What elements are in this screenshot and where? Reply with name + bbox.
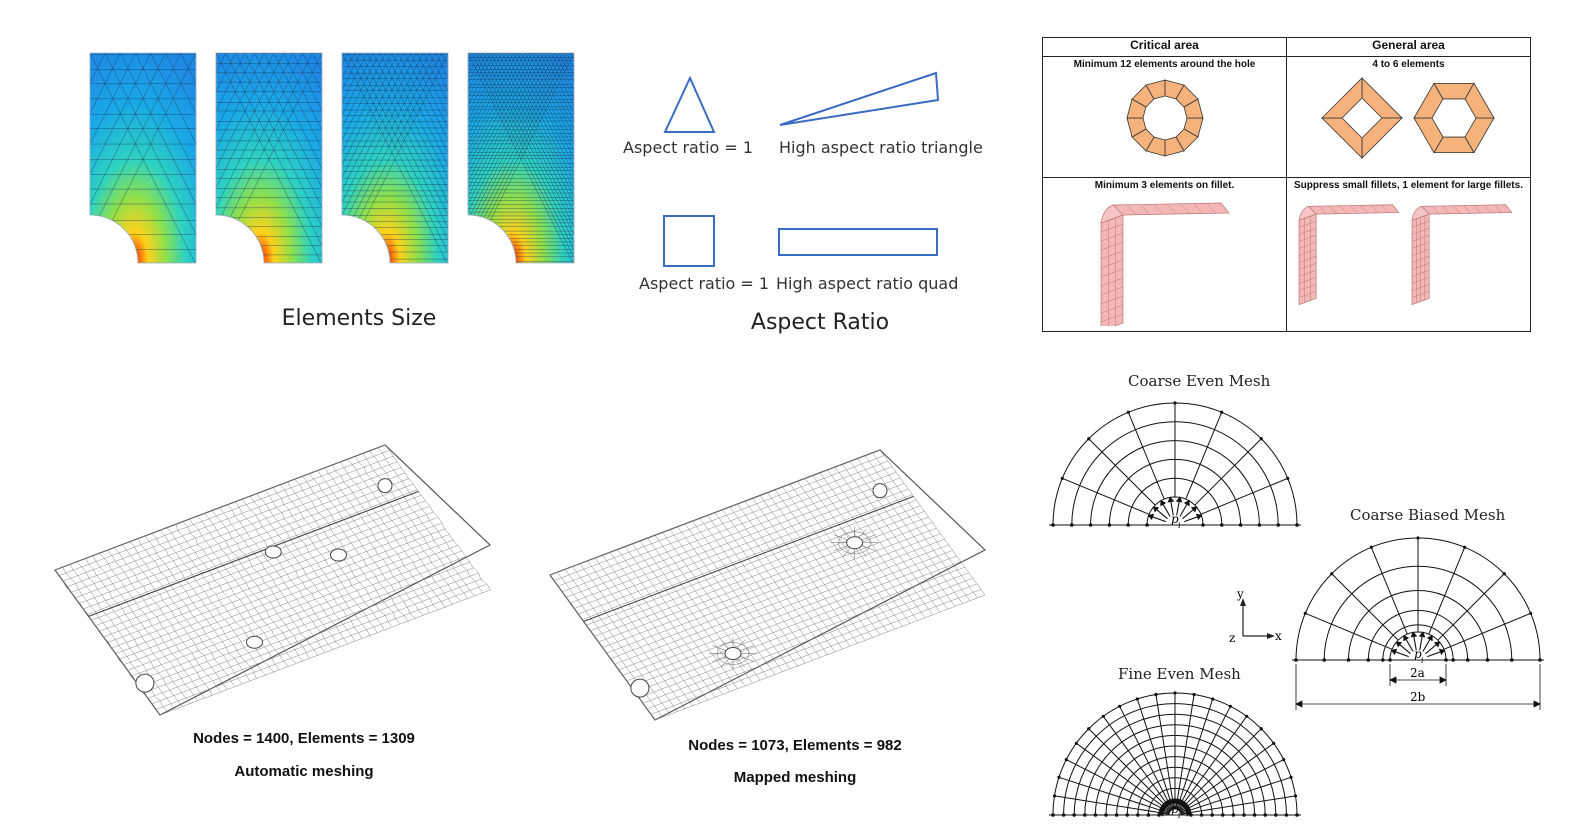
fillet-3-elements-figure [1100,202,1230,326]
high-aspect-triangle [779,71,940,126]
plate-hole [330,548,347,562]
cell-critical-hole: Minimum 12 elements around the hole [1042,56,1287,178]
triangle-ideal-label: Aspect ratio = 1 [623,138,754,157]
automatic-mesh-plate [54,444,492,716]
equilateral-triangle [663,75,716,133]
critical-fillet-label: Minimum 3 elements on fillet. [1094,180,1235,191]
general-fillet-label: Suppress small fillets, 1 element for la… [1294,180,1523,191]
meshing-guidelines-table: Critical area General area Minimum 12 el… [1042,37,1531,332]
mapped-mesh-stats: Nodes = 1073, Elements = 982 [688,737,902,754]
cell-general-fillet: Suppress small fillets, 1 element for la… [1286,177,1531,332]
ring-4-and-6-elements-figure [1321,77,1495,159]
coarse-even-mesh: pi [1049,401,1301,530]
plate-notch [377,478,393,494]
header-critical-area: Critical area [1042,37,1287,57]
aspect-ratio-shapes [663,71,940,267]
header-general-area: General area [1286,37,1531,57]
general-hole-label: 4 to 6 elements [1372,59,1445,70]
axis-x-label: x [1275,629,1282,643]
fillet-wall [1100,214,1124,326]
plate-hole [246,635,263,649]
automatic-mesh-stats: Nodes = 1400, Elements = 1309 [193,730,415,747]
fine-even-mesh: pi [1049,691,1301,820]
pressure-subscript: i [1421,656,1424,665]
pressure-subscript: i [1178,521,1181,530]
coarse-even-title: Coarse Even Mesh [1128,372,1271,390]
semicircle-mesh-lines [1295,537,1541,661]
aspect-ratio-caption: Aspect Ratio [750,310,890,335]
element-size-caption: Elements Size [281,306,437,331]
quad-high-label: High aspect ratio quad [776,274,959,293]
axis-y-label: y [1236,588,1244,601]
ring-12-elements-figure [1126,79,1204,157]
plate-hole [724,647,742,660]
ring-element [1361,117,1403,159]
ring-element [1321,117,1363,159]
fillet-suppressed-figure [1298,204,1513,306]
ring-element [1361,77,1403,119]
axis-triad: y z x [1229,588,1282,645]
cell-critical-fillet: Minimum 3 elements on fillet. [1042,177,1287,332]
coarse-biased-title: Coarse Biased Mesh [1350,506,1506,524]
semicircle-mesh-lines [1052,402,1298,526]
pressure-subscript: i [1178,811,1181,820]
high-aspect-quad [778,228,938,256]
automatic-mesh-caption: Automatic meshing [234,763,374,780]
coarse-biased-mesh: p i2a2b [1292,536,1544,710]
square-quad [663,215,715,267]
plate-notch [872,483,888,499]
plate-hole [264,545,282,559]
critical-hole-label: Minimum 12 elements around the hole [1073,59,1256,70]
axis-z-label: z [1229,631,1235,645]
triangle-high-label: High aspect ratio triangle [779,138,983,157]
plate-hole [846,536,864,550]
element-size-panel [80,48,580,273]
inner-dimension-label: 2a [1410,666,1425,680]
mapped-mesh-caption: Mapped meshing [733,769,857,786]
ring-element [1321,77,1363,119]
outer-dimension-label: 2b [1410,690,1426,704]
element-size-contour-plots [89,52,575,264]
cell-general-hole: 4 to 6 elements [1286,56,1531,178]
plate-notch [135,673,155,693]
fine-even-title: Fine Even Mesh [1118,665,1241,683]
mapped-mesh-plate [549,449,987,721]
quad-ideal-label: Aspect ratio = 1 [639,274,770,293]
plate-notch [630,678,650,698]
semicircle-mesh-lines [1052,692,1298,816]
